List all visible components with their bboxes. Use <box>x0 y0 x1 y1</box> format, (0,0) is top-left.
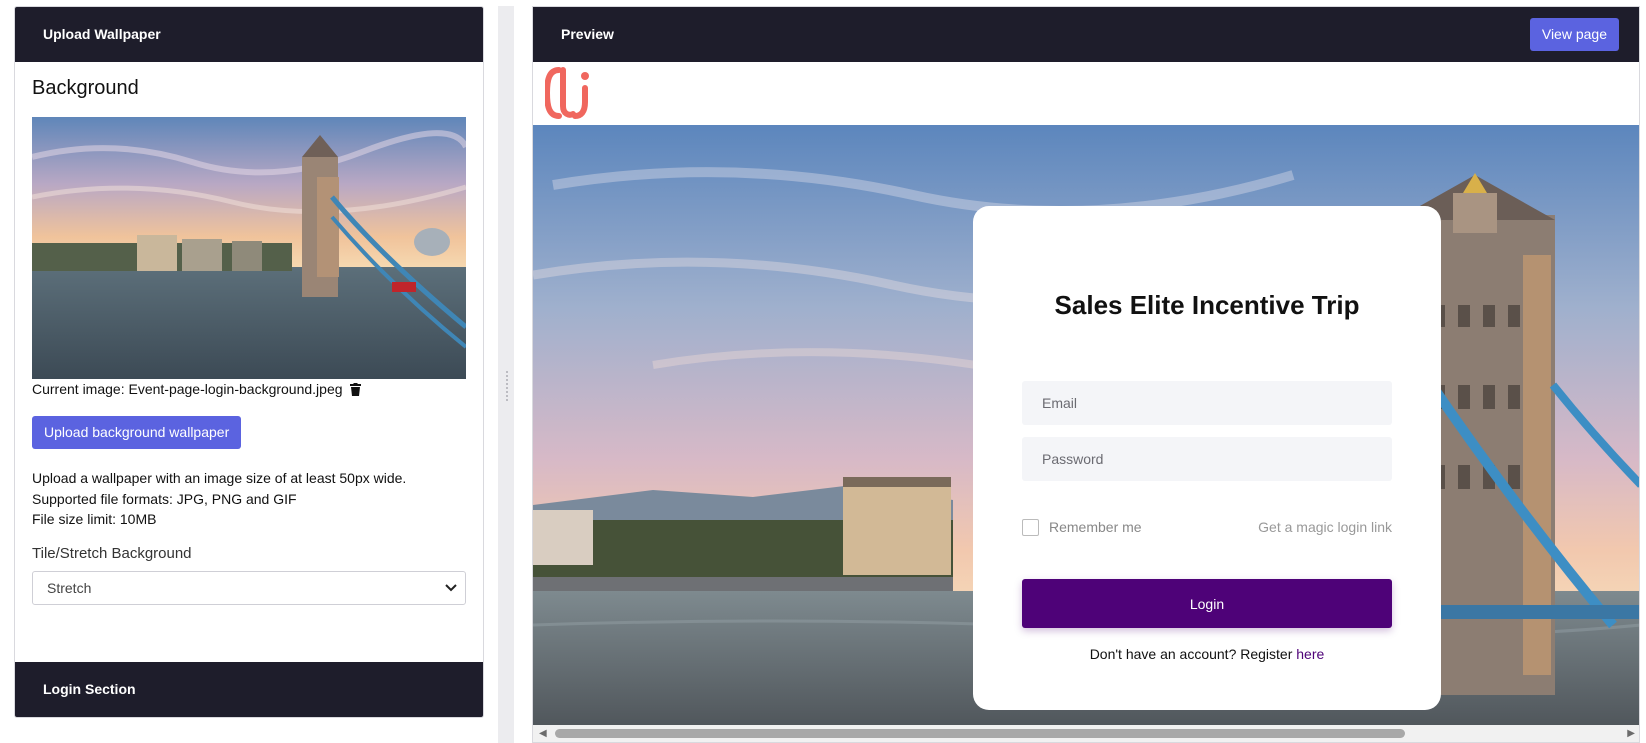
tower-bridge-thumbnail-image <box>32 117 466 379</box>
upload-background-button[interactable]: Upload background wallpaper <box>32 416 242 449</box>
preview-logo-bar <box>533 62 1639 125</box>
view-page-button[interactable]: View page <box>1529 18 1619 51</box>
current-image-label: Current image: Event-page-login-backgrou… <box>32 381 343 397</box>
horizontal-scrollbar[interactable]: ◀ ▶ <box>533 725 1639 742</box>
register-row: Don't have an account? Register here <box>973 646 1441 662</box>
register-link[interactable]: here <box>1296 646 1324 662</box>
current-image-row: Current image: Event-page-login-backgrou… <box>32 381 362 399</box>
login-section-header[interactable]: Login Section <box>15 662 483 717</box>
remember-me-checkbox[interactable] <box>1022 519 1039 536</box>
upload-wallpaper-header[interactable]: Upload Wallpaper <box>15 7 483 62</box>
login-card: Sales Elite Incentive Trip Email Passwor… <box>973 206 1441 710</box>
preview-stage: Sales Elite Incentive Trip Email Passwor… <box>533 125 1639 733</box>
upload-wallpaper-panel: Upload Wallpaper Background Current imag… <box>14 6 484 718</box>
help-line: Supported file formats: JPG, PNG and GIF <box>32 490 297 507</box>
remember-me-row[interactable]: Remember me <box>1022 519 1142 536</box>
tile-stretch-select[interactable]: Stretch <box>32 571 466 605</box>
magic-login-link[interactable]: Get a magic login link <box>1258 519 1392 535</box>
help-line: File size limit: 10MB <box>32 511 157 527</box>
preview-panel: Preview View page Sales Elite Incentive … <box>532 6 1640 743</box>
scroll-left-icon[interactable]: ◀ <box>539 728 547 739</box>
scrollbar-thumb[interactable] <box>555 729 1405 738</box>
help-line: Upload a wallpaper with an image size of… <box>32 470 407 486</box>
resize-grip-icon[interactable] <box>505 370 509 402</box>
upload-help-text: Upload a wallpaper with an image size of… <box>32 468 406 530</box>
password-field[interactable]: Password <box>1022 437 1392 481</box>
email-field[interactable]: Email <box>1022 381 1392 425</box>
background-thumbnail <box>32 117 466 379</box>
tile-stretch-label: Tile/Stretch Background <box>32 545 192 562</box>
logo-icon <box>545 67 589 119</box>
remember-me-label: Remember me <box>1049 519 1142 535</box>
chevron-down-icon <box>445 572 457 616</box>
tile-stretch-value: Stretch <box>47 580 92 596</box>
preview-title: Preview <box>561 26 614 42</box>
preview-header: Preview View page <box>533 7 1639 62</box>
event-title: Sales Elite Incentive Trip <box>1054 290 1360 320</box>
trash-icon[interactable] <box>350 383 362 399</box>
login-button[interactable]: Login <box>1022 579 1392 628</box>
background-title: Background <box>32 77 139 99</box>
scroll-right-icon[interactable]: ▶ <box>1627 728 1635 739</box>
register-text: Don't have an account? Register <box>1089 646 1293 662</box>
